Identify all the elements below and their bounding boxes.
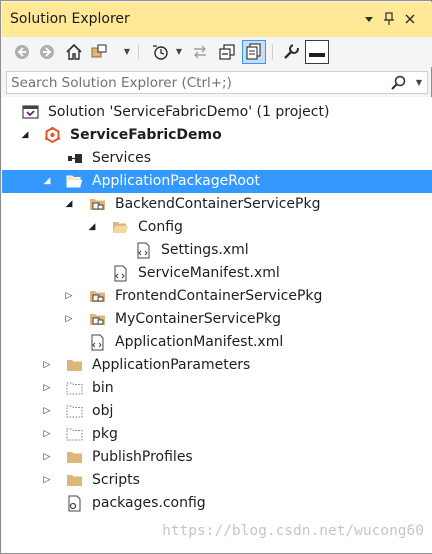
tree-row-bin[interactable]: ▷ bin: [2, 377, 432, 400]
package-folder-icon: [89, 196, 106, 213]
collapsed-arrow-icon[interactable]: ▷: [64, 291, 74, 301]
toolbar-separator: [138, 44, 139, 60]
collapsed-arrow-icon[interactable]: ▷: [42, 406, 52, 416]
pin-icon[interactable]: [381, 10, 397, 28]
search-icon[interactable]: [391, 75, 407, 91]
tree-label: FrontendContainerServicePkg: [115, 288, 323, 304]
excluded-folder-icon: [66, 426, 83, 443]
expanded-arrow-icon[interactable]: ◢: [87, 222, 97, 232]
collapsed-arrow-icon[interactable]: ▷: [42, 452, 52, 462]
preview-icon[interactable]: [305, 40, 329, 64]
tree-row-pkg[interactable]: ▷ pkg: [2, 423, 432, 446]
tree-label: ServiceFabricDemo: [70, 127, 222, 143]
tree-label: bin: [92, 380, 114, 396]
collapsed-arrow-icon[interactable]: ▷: [64, 314, 74, 324]
tree-row-service-manifest[interactable]: ServiceManifest.xml: [2, 262, 432, 285]
tree-label: Scripts: [92, 472, 140, 488]
tree-label: packages.config: [92, 495, 206, 511]
collapsed-arrow-icon[interactable]: ▷: [42, 429, 52, 439]
watermark: https://blog.csdn.net/wucong60: [162, 523, 424, 539]
open-folder-icon: [66, 173, 83, 190]
tree-row-config[interactable]: ◢ Config: [2, 216, 432, 239]
tree-label: ApplicationManifest.xml: [115, 334, 284, 350]
tree-label: pkg: [92, 426, 118, 442]
collapse-all-icon[interactable]: [215, 40, 239, 64]
title-bar: Solution Explorer: [2, 2, 432, 37]
expanded-arrow-icon[interactable]: ◢: [20, 130, 30, 140]
toolbar: ▼ ▼: [2, 37, 432, 67]
folder-icon: [66, 472, 83, 489]
service-fabric-icon: [44, 126, 61, 144]
forward-icon[interactable]: [35, 40, 59, 64]
tree-label: Settings.xml: [161, 242, 249, 258]
tree-row-application-parameters[interactable]: ▷ ApplicationParameters: [2, 354, 432, 377]
back-icon[interactable]: [10, 40, 34, 64]
tree-label: ApplicationPackageRoot: [92, 173, 260, 189]
tree-row-backend-pkg[interactable]: ◢ BackendContainerServicePkg: [2, 193, 432, 216]
tree-label: BackendContainerServicePkg: [115, 196, 321, 212]
tree-row-application-manifest[interactable]: ApplicationManifest.xml: [2, 331, 432, 354]
tree-label: ApplicationParameters: [92, 357, 251, 373]
tree-label: ServiceManifest.xml: [138, 265, 280, 281]
tree-row-packages-config[interactable]: packages.config: [2, 492, 432, 515]
tree-row-obj[interactable]: ▷ obj: [2, 400, 432, 423]
window-title: Solution Explorer: [10, 11, 130, 27]
package-folder-icon: [89, 288, 106, 305]
tree-label: Solution 'ServiceFabricDemo' (1 project): [48, 104, 330, 120]
tree-label: Config: [138, 219, 183, 235]
tree-row-scripts[interactable]: ▷ Scripts: [2, 469, 432, 492]
services-icon: [66, 150, 83, 167]
tree-label: Services: [92, 150, 152, 166]
show-all-files-icon[interactable]: [242, 40, 266, 64]
tree-row-solution[interactable]: Solution 'ServiceFabricDemo' (1 project): [2, 101, 432, 124]
tree-row-settings[interactable]: Settings.xml: [2, 239, 432, 262]
close-icon[interactable]: [402, 10, 418, 28]
window-position-dropdown-icon[interactable]: [361, 10, 377, 28]
tree-row-publish-profiles[interactable]: ▷ PublishProfiles: [2, 446, 432, 469]
toolbar-separator: [272, 44, 273, 60]
tree-row-services[interactable]: Services: [2, 147, 432, 170]
search-input[interactable]: [11, 74, 391, 92]
tree-row-application-package-root[interactable]: ◢ ApplicationPackageRoot: [2, 170, 432, 193]
collapsed-arrow-icon[interactable]: ▷: [42, 383, 52, 393]
config-file-icon: [66, 495, 83, 512]
folder-icon: [66, 357, 83, 374]
solution-tree: Solution 'ServiceFabricDemo' (1 project)…: [2, 97, 432, 553]
expanded-arrow-icon[interactable]: ◢: [64, 199, 74, 209]
switch-views-dropdown-icon[interactable]: ▼: [122, 46, 132, 56]
search-box[interactable]: ▼: [6, 71, 428, 94]
open-folder-icon: [112, 219, 129, 236]
tree-row-project[interactable]: ◢ ServiceFabricDemo: [2, 124, 432, 147]
xml-file-icon: [89, 334, 106, 351]
tree-label: PublishProfiles: [92, 449, 193, 465]
properties-icon[interactable]: [279, 40, 303, 64]
tree-row-my-container-pkg[interactable]: ▷ MyContainerServicePkg: [2, 308, 432, 331]
switch-views-icon[interactable]: [88, 40, 112, 64]
folder-icon: [66, 449, 83, 466]
home-icon[interactable]: [62, 40, 86, 64]
solution-icon: [22, 104, 39, 121]
tree-label: MyContainerServicePkg: [115, 311, 281, 327]
search-options-dropdown-icon[interactable]: ▼: [416, 78, 422, 87]
filter-dropdown-icon[interactable]: ▼: [174, 46, 184, 56]
tree-label: obj: [92, 403, 114, 419]
sync-icon[interactable]: [188, 40, 212, 64]
solution-explorer-window: Solution Explorer ▼ ▼ Search Solution Ex…: [0, 0, 432, 554]
excluded-folder-icon: [66, 403, 83, 420]
pending-changes-filter-icon[interactable]: [148, 40, 172, 64]
collapsed-arrow-icon[interactable]: ▷: [42, 475, 52, 485]
collapsed-arrow-icon[interactable]: ▷: [42, 360, 52, 370]
xml-file-icon: [135, 242, 152, 259]
package-folder-icon: [89, 311, 106, 328]
excluded-folder-icon: [66, 380, 83, 397]
expanded-arrow-icon[interactable]: ◢: [42, 176, 52, 186]
tree-row-frontend-pkg[interactable]: ▷ FrontendContainerServicePkg: [2, 285, 432, 308]
xml-file-icon: [112, 265, 129, 282]
